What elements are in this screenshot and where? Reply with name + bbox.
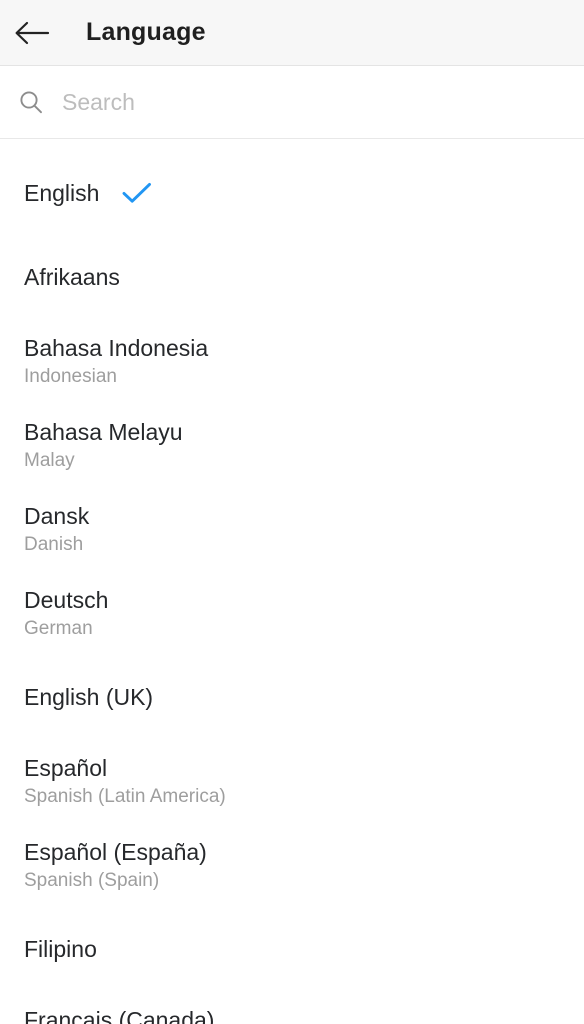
list-item[interactable]: Español (España) Spanish (Spain)	[0, 823, 584, 907]
list-item[interactable]: Bahasa Melayu Malay	[0, 403, 584, 487]
list-item[interactable]: Afrikaans	[0, 235, 584, 319]
list-item[interactable]: Dansk Danish	[0, 487, 584, 571]
list-item[interactable]: Français (Canada) French (Canada)	[0, 991, 584, 1024]
list-item-main: Deutsch	[24, 586, 560, 614]
list-item-main: English (UK)	[24, 683, 560, 711]
list-item[interactable]: English	[0, 151, 584, 235]
search-input[interactable]	[62, 88, 482, 116]
list-item-main: Afrikaans	[24, 263, 560, 291]
list-item[interactable]: Deutsch German	[0, 571, 584, 655]
list-item-main: English	[24, 179, 560, 207]
back-button[interactable]	[0, 0, 64, 66]
language-name: Bahasa Melayu	[24, 418, 183, 445]
list-item-main: Français (Canada)	[24, 1006, 560, 1024]
language-name: Dansk	[24, 502, 90, 529]
list-item-main: Español (España)	[24, 838, 560, 866]
search-bar[interactable]	[0, 66, 584, 139]
list-item-main: Español	[24, 754, 560, 782]
list-item[interactable]: Filipino	[0, 907, 584, 991]
search-icon	[18, 89, 44, 115]
list-item-main: Bahasa Melayu	[24, 418, 560, 446]
language-name: Français (Canada)	[24, 1006, 215, 1024]
check-icon	[121, 180, 153, 206]
language-english-name: Spanish (Latin America)	[24, 785, 226, 807]
list-item[interactable]: English (UK)	[0, 655, 584, 739]
list-item-main: Dansk	[24, 502, 560, 530]
language-english-name: Indonesian	[24, 365, 117, 387]
list-item-main: Bahasa Indonesia	[24, 334, 560, 362]
language-name: Filipino	[24, 936, 97, 962]
language-english-name: Spanish (Spain)	[24, 869, 160, 891]
language-list: English Afrikaans Bahasa Indonesia Indon…	[0, 139, 584, 1024]
language-settings-screen: Language English Afrikaans	[0, 0, 584, 1024]
language-name: Español	[24, 754, 108, 781]
language-name: Bahasa Indonesia	[24, 334, 209, 361]
arrow-left-icon	[14, 18, 50, 48]
app-bar: Language	[0, 0, 584, 66]
language-english-name: German	[24, 617, 93, 639]
language-name: Español (España)	[24, 838, 207, 865]
language-name: Deutsch	[24, 586, 109, 613]
list-item[interactable]: Español Spanish (Latin America)	[0, 739, 584, 823]
language-name: English	[24, 180, 100, 206]
language-name: English (UK)	[24, 684, 154, 710]
language-english-name: Malay	[24, 449, 75, 471]
list-item-main: Filipino	[24, 935, 560, 963]
list-item[interactable]: Bahasa Indonesia Indonesian	[0, 319, 584, 403]
language-english-name: Danish	[24, 533, 84, 555]
language-name: Afrikaans	[24, 264, 120, 290]
page-title: Language	[86, 18, 206, 46]
